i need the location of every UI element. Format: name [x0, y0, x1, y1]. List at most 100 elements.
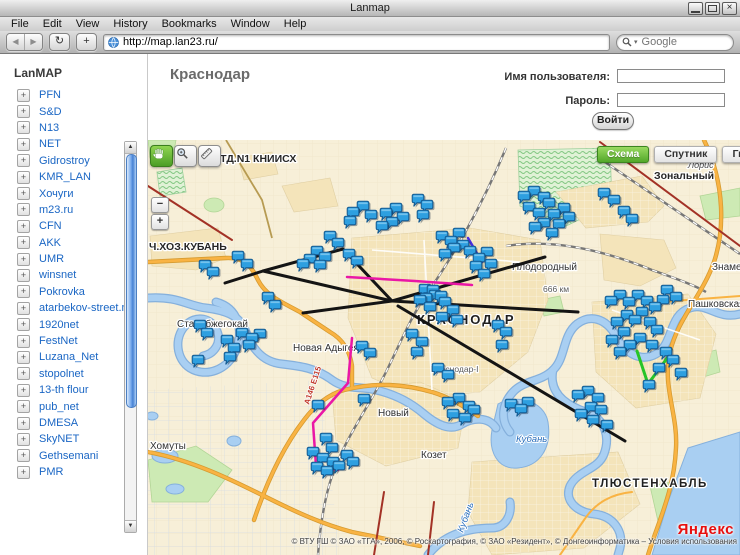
menu-item-help[interactable]: Help	[277, 17, 314, 31]
expand-icon[interactable]: +	[17, 384, 30, 397]
network-row: + N13	[0, 120, 124, 136]
forward-button[interactable]: ▶	[24, 34, 42, 50]
url-input[interactable]	[123, 36, 605, 49]
scroll-up-icon[interactable]: ▲	[125, 142, 136, 154]
network-link[interactable]: 1920net	[39, 319, 79, 331]
expand-icon[interactable]: +	[17, 236, 30, 249]
map-type-button-спутник[interactable]: Спутник	[654, 146, 717, 163]
network-row: + NET	[0, 136, 124, 152]
map-type-button-гибрид[interactable]: Гибрид	[722, 146, 740, 163]
network-link[interactable]: CFN	[39, 220, 62, 232]
network-row: + DMESA	[0, 415, 124, 431]
username-field[interactable]	[617, 69, 725, 83]
ruler-tool-button[interactable]	[198, 145, 221, 167]
map-label: Новый	[378, 408, 409, 419]
expand-icon[interactable]: +	[17, 302, 30, 315]
expand-icon[interactable]: +	[17, 269, 30, 282]
sidebar-scrollbar[interactable]: ▲ ▼	[124, 141, 137, 533]
network-link[interactable]: FestNet	[39, 335, 78, 347]
network-row: + Luzana_Net	[0, 349, 124, 365]
expand-icon[interactable]: +	[17, 154, 30, 167]
map-label: Знаменский	[712, 262, 740, 273]
network-link[interactable]: N13	[39, 122, 59, 134]
password-field[interactable]	[617, 93, 725, 107]
expand-icon[interactable]: +	[17, 253, 30, 266]
zoom-in-button[interactable]: +	[151, 214, 169, 230]
expand-icon[interactable]: +	[17, 466, 30, 479]
expand-icon[interactable]: +	[17, 433, 30, 446]
login-button[interactable]: Войти	[592, 112, 634, 130]
network-link[interactable]: Gidrostroy	[39, 155, 90, 167]
network-link[interactable]: PMR	[39, 466, 63, 478]
expand-icon[interactable]: +	[17, 400, 30, 413]
network-link[interactable]: PFN	[39, 89, 61, 101]
network-link[interactable]: UMR	[39, 253, 64, 265]
back-button[interactable]: ◀	[7, 34, 24, 50]
menu-item-view[interactable]: View	[69, 17, 107, 31]
network-link[interactable]: SkyNET	[39, 433, 79, 445]
expand-icon[interactable]: +	[17, 285, 30, 298]
network-link[interactable]: NET	[39, 138, 61, 150]
zoom-out-button[interactable]: −	[151, 197, 169, 213]
map-label: Хомуты	[150, 441, 186, 452]
map-label: ТЛЮСТЕНХАБЛЬ	[592, 478, 708, 490]
menu-item-history[interactable]: History	[106, 17, 154, 31]
expand-icon[interactable]: +	[17, 138, 30, 151]
network-link[interactable]: stopolnet	[39, 368, 84, 380]
new-tab-button[interactable]: +	[76, 33, 97, 51]
expand-icon[interactable]: +	[17, 105, 30, 118]
expand-icon[interactable]: +	[17, 121, 30, 134]
network-link[interactable]: winsnet	[39, 269, 76, 281]
close-button[interactable]	[722, 2, 737, 15]
back-icon: ◀	[12, 37, 18, 46]
map-type-button-схема[interactable]: Схема	[597, 146, 649, 163]
network-link[interactable]: DMESA	[39, 417, 78, 429]
expand-icon[interactable]: +	[17, 417, 30, 430]
expand-icon[interactable]: +	[17, 318, 30, 331]
network-link[interactable]: Gethsemani	[39, 450, 98, 462]
maximize-button[interactable]	[705, 2, 720, 15]
yandex-logo[interactable]: Яндекс	[678, 521, 734, 538]
search-engine-caret-icon[interactable]: ▾	[634, 38, 638, 46]
menu-bar: FileEditViewHistoryBookmarksWindowHelp	[0, 17, 740, 31]
scrollbar-thumb[interactable]	[126, 154, 137, 408]
map-canvas[interactable]: ОТД.N1 КНИИСХЧ.ХОЗ.КУБАНЬЛорисЗональныйП…	[148, 140, 740, 555]
network-link[interactable]: Luzana_Net	[39, 351, 98, 363]
menu-item-file[interactable]: File	[4, 17, 36, 31]
add-icon: +	[83, 35, 89, 47]
expand-icon[interactable]: +	[17, 187, 30, 200]
map-type-switcher: Схема Спутник Гибрид	[597, 146, 740, 163]
network-link[interactable]: Pokrovka	[39, 286, 85, 298]
zoom-box-tool-button[interactable]	[174, 145, 197, 167]
network-row: + Gidrostroy	[0, 153, 124, 169]
expand-icon[interactable]: +	[17, 351, 30, 364]
network-link[interactable]: KMR_LAN	[39, 171, 91, 183]
reload-button[interactable]: ↻	[49, 33, 70, 51]
network-link[interactable]: Хочуги	[39, 188, 73, 200]
map-label: Ч.ХОЗ.КУБАНЬ	[149, 241, 227, 253]
expand-icon[interactable]: +	[17, 171, 30, 184]
network-link[interactable]: pub_net	[39, 401, 79, 413]
network-link[interactable]: atarbekov-street.net	[39, 302, 137, 314]
expand-icon[interactable]: +	[17, 449, 30, 462]
hand-icon	[151, 146, 166, 161]
expand-icon[interactable]: +	[17, 203, 30, 216]
expand-icon[interactable]: +	[17, 220, 30, 233]
expand-icon[interactable]: +	[17, 89, 30, 102]
menu-item-window[interactable]: Window	[224, 17, 277, 31]
minimize-button[interactable]	[688, 2, 703, 15]
search-box[interactable]: ▾	[616, 34, 734, 51]
network-link[interactable]: AKK	[39, 237, 61, 249]
scroll-down-icon[interactable]: ▼	[125, 520, 136, 532]
network-row: +1920net	[0, 316, 124, 332]
pan-tool-button[interactable]	[150, 145, 173, 167]
network-link[interactable]: S&D	[39, 106, 62, 118]
menu-item-edit[interactable]: Edit	[36, 17, 69, 31]
expand-icon[interactable]: +	[17, 335, 30, 348]
expand-icon[interactable]: +	[17, 367, 30, 380]
search-input[interactable]	[640, 35, 710, 49]
menu-item-bookmarks[interactable]: Bookmarks	[155, 17, 224, 31]
network-link[interactable]: m23.ru	[39, 204, 73, 216]
url-bar[interactable]	[103, 34, 610, 51]
network-link[interactable]: 13-th flour	[39, 384, 89, 396]
